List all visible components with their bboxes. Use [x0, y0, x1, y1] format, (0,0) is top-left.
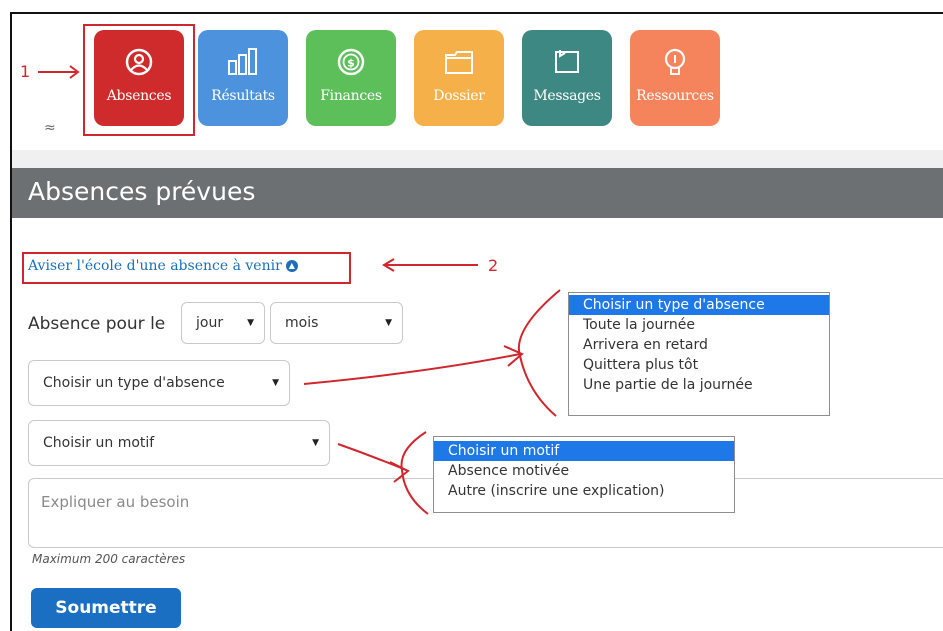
annotation-arrows	[38, 65, 561, 515]
brace-type	[517, 289, 561, 417]
arrow-motif	[337, 443, 407, 471]
arrow-type	[303, 353, 521, 385]
